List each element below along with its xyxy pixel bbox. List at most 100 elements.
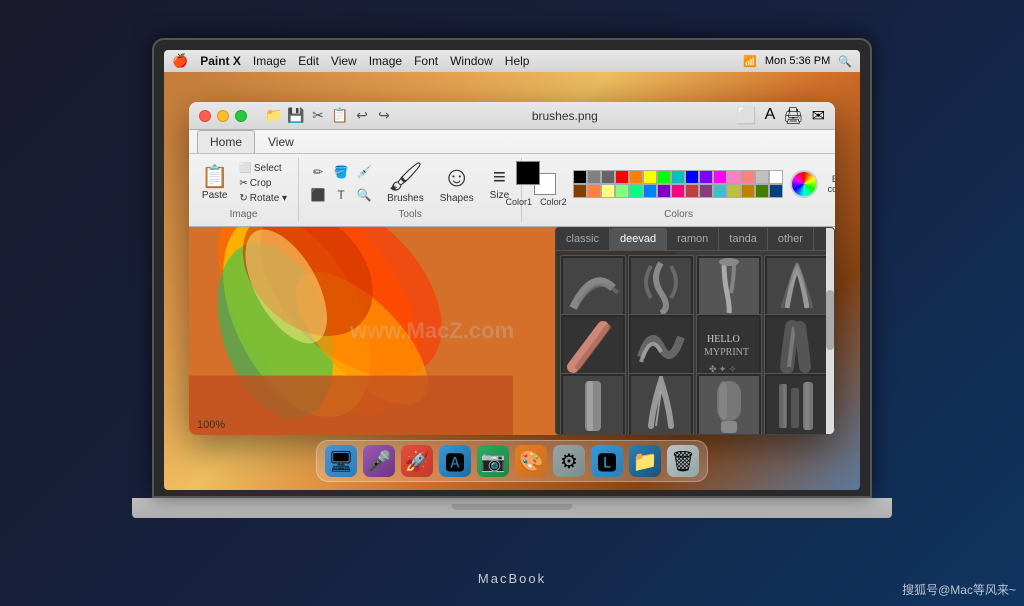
swatch-4[interactable]	[629, 170, 643, 184]
brush-cell-11[interactable]	[764, 373, 830, 434]
swatch-27[interactable]	[741, 184, 755, 198]
swatch-2[interactable]	[601, 170, 615, 184]
dock-launchpad[interactable]: 🚀	[401, 445, 433, 477]
swatch-14[interactable]	[769, 170, 783, 184]
dock-appstore[interactable]: 🅰	[439, 445, 471, 477]
app-menu-paintx[interactable]: Paint X	[200, 54, 241, 68]
rotate-button[interactable]: ↻ Rotate ▾	[236, 192, 290, 205]
menu-help[interactable]: Help	[505, 54, 530, 68]
erase-tool[interactable]: ⬛	[307, 184, 329, 206]
search-icon[interactable]: 🔍	[838, 55, 852, 68]
tab-home[interactable]: Home	[197, 130, 255, 153]
crop-icon: ✂	[239, 178, 247, 189]
swatch-15[interactable]	[573, 184, 587, 198]
brush-cell-3[interactable]	[764, 255, 830, 321]
select-button[interactable]: ⬜ Select	[236, 162, 290, 175]
folder-icon[interactable]: 📁	[265, 107, 283, 125]
fill-tool[interactable]: 🪣	[330, 161, 352, 183]
menu-view[interactable]: View	[331, 54, 357, 68]
swatch-0[interactable]	[573, 170, 587, 184]
brush-tab-classic[interactable]: classic	[556, 228, 610, 250]
menu-window[interactable]: Window	[450, 54, 493, 68]
brush-cell-9[interactable]	[628, 373, 694, 434]
eyedropper-tool[interactable]: 💉	[353, 161, 375, 183]
undo-icon[interactable]: ↩	[353, 107, 371, 125]
swatch-18[interactable]	[615, 184, 629, 198]
text-tool[interactable]: T	[330, 184, 352, 206]
brush-cell-0[interactable]	[560, 255, 626, 321]
swatch-7[interactable]	[671, 170, 685, 184]
menu-edit[interactable]: Edit	[298, 54, 319, 68]
swatch-23[interactable]	[685, 184, 699, 198]
scissors-icon[interactable]: ✂	[309, 107, 327, 125]
swatch-16[interactable]	[587, 184, 601, 198]
brush-tab-deevad[interactable]: deevad	[610, 228, 667, 250]
dock-paintx[interactable]: 🎨	[515, 445, 547, 477]
color1-box[interactable]	[516, 161, 540, 185]
swatch-22[interactable]	[671, 184, 685, 198]
swatch-11[interactable]	[727, 170, 741, 184]
menu-file[interactable]: Image	[253, 54, 286, 68]
toolbar-icons: 📁 💾 ✂ 📋 ↩ ↪	[265, 107, 393, 125]
edit-colors-button[interactable]: Editcolors	[828, 174, 835, 194]
print-icon[interactable]: 🖨	[783, 106, 803, 126]
copy-icon[interactable]: 📋	[331, 107, 349, 125]
swatch-25[interactable]	[713, 184, 727, 198]
menu-font[interactable]: Font	[414, 54, 438, 68]
color-wheel[interactable]	[790, 170, 818, 198]
close-button[interactable]	[199, 110, 211, 122]
pencil-tool[interactable]: ✏	[307, 161, 329, 183]
minimize-button[interactable]	[217, 110, 229, 122]
brush-tab-ramon[interactable]: ramon	[667, 228, 719, 250]
brush-cell-10[interactable]	[696, 373, 762, 434]
dock-finder[interactable]: 🖥	[325, 445, 357, 477]
swatch-5[interactable]	[643, 170, 657, 184]
window-icon-1[interactable]: ⬜	[737, 106, 757, 126]
menu-image[interactable]: Image	[369, 54, 402, 68]
shapes-button[interactable]: ☺ Shapes	[436, 161, 478, 206]
brush-cell-4[interactable]	[560, 314, 626, 380]
swatch-12[interactable]	[741, 170, 755, 184]
crop-button[interactable]: ✂ Crop	[236, 177, 290, 190]
swatch-13[interactable]	[755, 170, 769, 184]
redo-icon[interactable]: ↪	[375, 107, 393, 125]
dock-launchpad2[interactable]: 🅻	[591, 445, 623, 477]
brush-cell-7[interactable]	[764, 314, 830, 380]
brush-cell-8[interactable]	[560, 373, 626, 434]
brush-tab-tanda[interactable]: tanda	[719, 228, 768, 250]
swatch-19[interactable]	[629, 184, 643, 198]
mail-icon[interactable]: ✉	[812, 106, 825, 126]
text-icon[interactable]: A	[765, 106, 776, 126]
dock-photos[interactable]: 📷	[477, 445, 509, 477]
swatch-24[interactable]	[699, 184, 713, 198]
apple-logo-icon[interactable]: 🍎	[172, 53, 188, 69]
brush-cell-5[interactable]	[628, 314, 694, 380]
brush-cell-6[interactable]: HELLOMYPRINT✤ ✦ ✧	[696, 314, 762, 380]
dock-trash[interactable]: 🗑	[667, 445, 699, 477]
swatch-29[interactable]	[769, 184, 783, 198]
brush-cell-2[interactable]	[696, 255, 762, 321]
swatch-26[interactable]	[727, 184, 741, 198]
zoom-tool[interactable]: 🔍	[353, 184, 375, 206]
tab-view[interactable]: View	[255, 130, 307, 153]
dock-folder[interactable]: 📁	[629, 445, 661, 477]
swatch-8[interactable]	[685, 170, 699, 184]
swatch-17[interactable]	[601, 184, 615, 198]
swatch-20[interactable]	[643, 184, 657, 198]
brushes-button[interactable]: 🖌 Brushes	[383, 161, 428, 206]
maximize-button[interactable]	[235, 110, 247, 122]
brush-tab-other[interactable]: other	[768, 228, 814, 250]
swatch-1[interactable]	[587, 170, 601, 184]
scrollbar-thumb[interactable]	[826, 290, 834, 350]
swatch-6[interactable]	[657, 170, 671, 184]
dock-siri[interactable]: 🎤	[363, 445, 395, 477]
swatch-28[interactable]	[755, 184, 769, 198]
swatch-21[interactable]	[657, 184, 671, 198]
save-icon[interactable]: 💾	[287, 107, 305, 125]
swatch-10[interactable]	[713, 170, 727, 184]
swatch-3[interactable]	[615, 170, 629, 184]
paste-button[interactable]: 📋 Paste	[197, 164, 232, 203]
dock-settings[interactable]: ⚙	[553, 445, 585, 477]
swatch-9[interactable]	[699, 170, 713, 184]
brush-cell-1[interactable]	[628, 255, 694, 321]
